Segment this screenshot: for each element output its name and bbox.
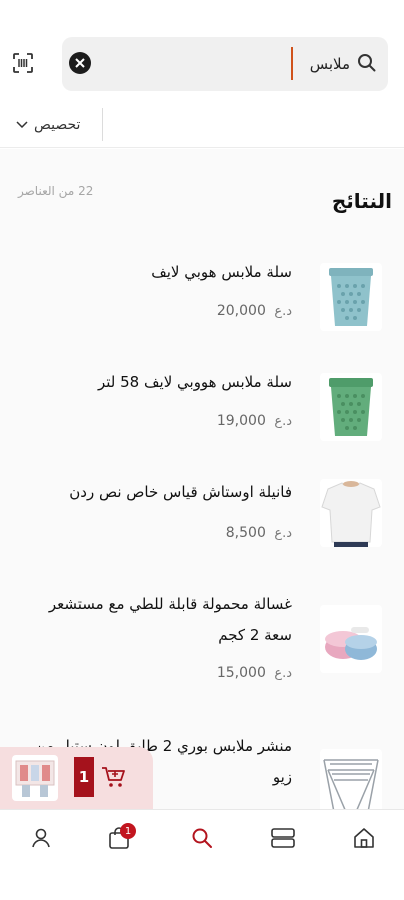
product-price: د.ع 8,500 [226,525,292,541]
profile-icon[interactable] [26,824,56,852]
clothes-rack-image [320,749,382,809]
search-bar[interactable]: ملابس [62,37,388,91]
cart-badge: 1 [120,823,136,839]
product-name: سلة ملابس هوبي لايف [151,263,292,281]
results-count: 22 من العناصر [18,184,94,198]
search-icon[interactable] [187,824,217,852]
results-title: النتائج [331,189,392,213]
product-name: غسالة محمولة قابلة للطي مع مستشعر سعة 2 … [48,595,292,644]
categories-icon[interactable] [268,824,298,852]
filter-divider [102,108,103,141]
add-to-cart-icon[interactable] [100,765,128,791]
white-tshirt-image [320,479,382,547]
home-icon[interactable] [349,824,379,852]
filter-label: تحصيص [34,117,81,133]
price-value: 19,000 [216,413,266,429]
product-item[interactable]: سلة ملابس هووبي لايف 58 لتر د.ع 19,000 [0,355,404,465]
cart-product-thumbnail [12,755,58,801]
price-value: 20,000 [216,303,266,319]
product-price: د.ع 15,000 [217,665,292,681]
customize-filter-button[interactable]: تحصيص [16,114,80,136]
price-currency: د.ع [274,304,292,319]
product-item[interactable]: غسالة محمولة قابلة للطي مع مستشعر سعة 2 … [0,575,404,705]
top-bar: ملابس [0,0,404,100]
floating-cart[interactable]: 1 [0,747,153,809]
price-currency: د.ع [274,526,292,541]
price-currency: د.ع [274,414,292,429]
price-currency: د.ع [274,666,292,681]
laundry-basket-blue-image [320,263,382,331]
cart-quantity: 1 [74,757,94,797]
product-item[interactable]: فانيلة اوستاش قياس خاص نص ردن د.ع 8,500 [0,465,404,575]
app-screen: ملابس تحصيص 22 من العناصر النتائج سلة مل… [0,0,404,900]
price-value: 15,000 [216,665,266,681]
filter-bar: تحصيص [0,100,404,148]
product-name: سلة ملابس هووبي لايف 58 لتر [97,373,292,391]
barcode-scan-icon[interactable] [10,50,36,76]
bottom-navigation: 1 [0,809,404,900]
laundry-basket-green-image [320,373,382,441]
product-price: د.ع 20,000 [217,303,292,319]
product-price: د.ع 19,000 [217,413,292,429]
price-value: 8,500 [225,525,266,541]
search-icon[interactable] [356,52,378,74]
results-area[interactable]: 22 من العناصر النتائج سلة ملابس هوبي لاي… [0,149,404,809]
clear-search-icon[interactable] [69,52,91,74]
text-caret [291,47,293,80]
chevron-down-icon [16,121,28,129]
product-item[interactable]: سلة ملابس هوبي لايف د.ع 20,000 [0,245,404,355]
search-input[interactable]: ملابس [310,53,350,75]
portable-washer-image [320,605,382,673]
product-name: فانيلة اوستاش قياس خاص نص ردن [69,483,292,501]
